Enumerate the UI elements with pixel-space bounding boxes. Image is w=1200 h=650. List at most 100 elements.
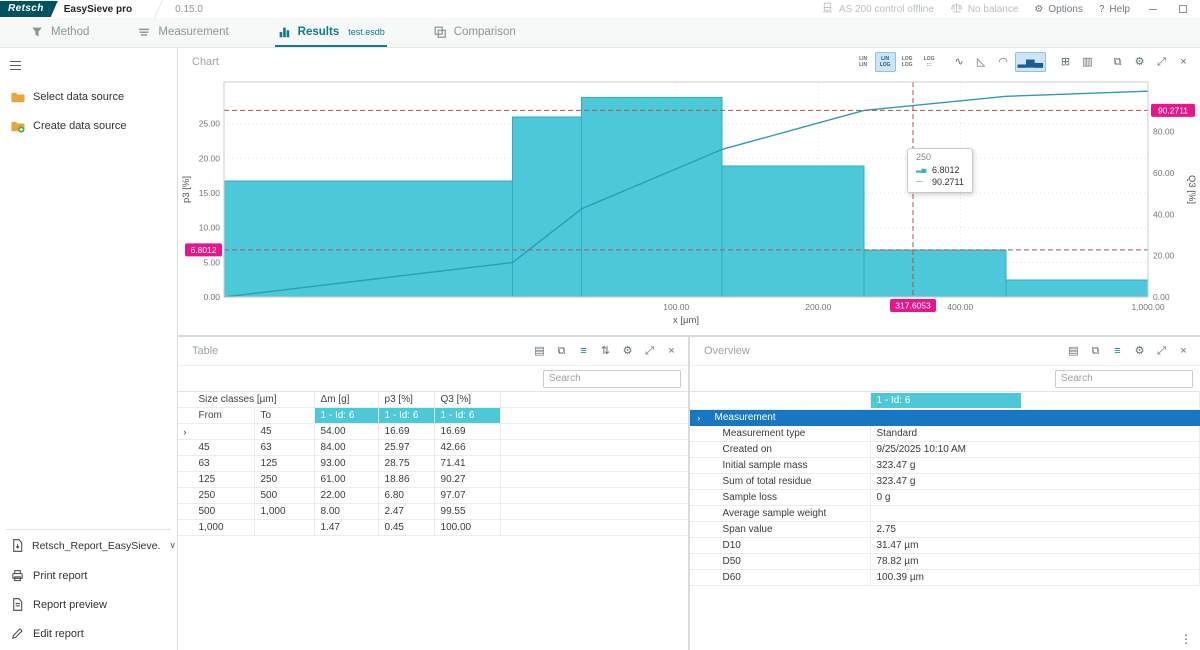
overview-row[interactable]: Measurement typeStandard xyxy=(690,426,1200,442)
row-marker xyxy=(690,490,708,506)
tab-comparison[interactable]: Comparison xyxy=(431,18,518,47)
overview-row[interactable]: Span value2.75 xyxy=(690,522,1200,538)
maximize-button[interactable] xyxy=(1176,2,1190,16)
table-export-button[interactable]: ▤ xyxy=(529,341,550,361)
report-selector[interactable]: Retsch_Report_EasySieve. ∨ xyxy=(6,529,171,561)
scale-log-prob-button[interactable]: LOG::: xyxy=(919,52,940,72)
overflow-menu-icon[interactable]: ⋮ xyxy=(1180,632,1192,646)
size-class-row[interactable]: 25050022.006.8097.07 xyxy=(178,488,688,504)
series-header[interactable]: 1 - Id: 6 xyxy=(871,393,1021,408)
report-preview-button[interactable]: Report preview xyxy=(0,590,177,619)
chart-canvas[interactable]: 0.005.0010.0015.0020.0025.000.0020.0040.… xyxy=(178,76,1198,331)
cell-filler xyxy=(500,504,688,520)
view-cumulative-curve-button[interactable]: ∿ xyxy=(949,52,970,72)
row-marker xyxy=(178,488,192,504)
col-from[interactable]: From xyxy=(192,408,254,424)
table-sort-button[interactable]: ⇅ xyxy=(595,341,616,361)
cell-p3: 16.69 xyxy=(378,424,434,440)
tab-method[interactable]: Method xyxy=(28,18,91,47)
series-header-p3[interactable]: 1 - Id: 6 xyxy=(378,408,434,424)
table-settings-button[interactable]: ⚙ xyxy=(617,341,638,361)
y-left-tick-label: 15.00 xyxy=(199,188,221,198)
overview-row[interactable]: Sum of total residue323.47 g xyxy=(690,474,1200,490)
size-class-row[interactable]: 456384.0025.9742.66 xyxy=(178,440,688,456)
col-dm[interactable]: Δm [g] xyxy=(314,392,378,408)
marker-column-header xyxy=(178,392,192,408)
overview-row[interactable]: D1031.47 µm xyxy=(690,538,1200,554)
overview-fullscreen-button[interactable]: ⤢ xyxy=(1151,341,1172,361)
overview-search-input[interactable] xyxy=(1055,370,1193,388)
cell-q3: 42.66 xyxy=(434,440,500,456)
cell-to: 45 xyxy=(254,424,314,440)
size-class-row[interactable]: 12525061.0018.8690.27 xyxy=(178,472,688,488)
measurement-section-row[interactable]: › Measurement xyxy=(690,410,1200,426)
row-marker xyxy=(690,442,708,458)
chart-panel: Chart LINLINLINLOGLOGLOGLOG:::∿◺◠▂▅▃⊞▥⧉⚙… xyxy=(178,48,1200,335)
view-density-curve-button[interactable]: ◺ xyxy=(971,52,992,72)
table-fullscreen-button[interactable]: ⤢ xyxy=(639,341,660,361)
cell-to: 125 xyxy=(254,456,314,472)
cell-filler xyxy=(500,424,688,440)
overview-settings-button[interactable]: ⚙ xyxy=(1129,341,1150,361)
overview-row[interactable]: Average sample weight xyxy=(690,506,1200,522)
options-menu[interactable]: ⚙ Options xyxy=(1034,4,1082,15)
grid-toggle-button[interactable]: ⊞ xyxy=(1055,52,1076,72)
scale-lin-lin-button[interactable]: LINLIN xyxy=(853,52,874,72)
copy-chart-button[interactable]: ⧉ xyxy=(1107,52,1128,72)
gear-icon: ⚙ xyxy=(1135,57,1145,68)
x-tick-label: 200.00 xyxy=(805,302,831,312)
size-class-row[interactable]: 5001,0008.002.4799.55 xyxy=(178,504,688,520)
overview-close-button[interactable]: × xyxy=(1173,341,1194,361)
size-class-row[interactable]: ›4554.0016.6916.69 xyxy=(178,424,688,440)
overview-rows-button[interactable]: ≡ xyxy=(1107,341,1128,361)
chart-fullscreen-button[interactable]: ⤢ xyxy=(1151,52,1172,72)
bar-style-button[interactable]: ▥ xyxy=(1077,52,1098,72)
print-report-label: Print report xyxy=(33,570,87,582)
report-preview-label: Report preview xyxy=(33,599,107,611)
size-class-row[interactable]: 1,0001.470.45100.00 xyxy=(178,520,688,536)
size-class-row[interactable]: 6312593.0028.7571.41 xyxy=(178,456,688,472)
table-copy-button[interactable]: ⧉ xyxy=(551,341,572,361)
col-p3[interactable]: p3 [%] xyxy=(378,392,434,408)
sidebar-item-select-data-source[interactable]: Select data source xyxy=(0,83,177,112)
series-header-q3[interactable]: 1 - Id: 6 xyxy=(434,408,500,424)
tab-measurement[interactable]: Measurement xyxy=(135,18,230,47)
col-q3[interactable]: Q3 [%] xyxy=(434,392,500,408)
overview-copy-button[interactable]: ⧉ xyxy=(1085,341,1106,361)
help-menu[interactable]: ? Help xyxy=(1099,4,1130,15)
tab-results[interactable]: Results test.esdb xyxy=(275,18,387,47)
overview-row[interactable]: Created on9/25/2025 10:10 AM xyxy=(690,442,1200,458)
col-size-classes[interactable]: Size classes [µm] xyxy=(192,392,314,408)
edit-report-button[interactable]: Edit report xyxy=(0,619,177,648)
sidebar-item-create-data-source[interactable]: Create data source xyxy=(0,112,177,141)
scale-log-log-button[interactable]: LOGLOG xyxy=(897,52,918,72)
chart-close-button[interactable]: × xyxy=(1173,52,1194,72)
overview-row[interactable]: D60100.39 µm xyxy=(690,570,1200,586)
row-marker xyxy=(178,440,192,456)
report-section: Retsch_Report_EasySieve. ∨ Print report … xyxy=(0,529,177,648)
table-rows-button[interactable]: ≡ xyxy=(573,341,594,361)
cell-dm: 84.00 xyxy=(314,440,378,456)
retsch-logo: Retsch xyxy=(0,1,58,17)
series-header-dm[interactable]: 1 - Id: 6 xyxy=(314,408,378,424)
overview-row[interactable]: D5078.82 µm xyxy=(690,554,1200,570)
y-right-tick-label: 20.00 xyxy=(1153,251,1175,261)
minimize-button[interactable] xyxy=(1146,2,1160,16)
view-histogram-button[interactable]: ▂▅▃ xyxy=(1015,52,1046,72)
comparison-icon xyxy=(433,25,447,39)
overview-row[interactable]: Initial sample mass323.47 g xyxy=(690,458,1200,474)
col-to[interactable]: To xyxy=(254,408,314,424)
scale-lin-log-button[interactable]: LINLOG xyxy=(875,52,896,72)
sidebar-toggle-button[interactable] xyxy=(0,54,31,83)
table-close-button[interactable]: × xyxy=(661,341,682,361)
view-peak-curve-button[interactable]: ◠ xyxy=(993,52,1014,72)
chart-settings-button[interactable]: ⚙ xyxy=(1129,52,1150,72)
overview-row[interactable]: Sample loss0 g xyxy=(690,490,1200,506)
overview-export-button[interactable]: ▤ xyxy=(1063,341,1084,361)
options-label: Options xyxy=(1048,4,1082,15)
lin-log-icon: LINLOG xyxy=(880,56,891,68)
table-search-input[interactable] xyxy=(543,370,681,388)
balance-icon xyxy=(950,1,963,17)
chart-tooltip-header: 250 xyxy=(916,152,964,162)
print-report-button[interactable]: Print report xyxy=(0,561,177,590)
